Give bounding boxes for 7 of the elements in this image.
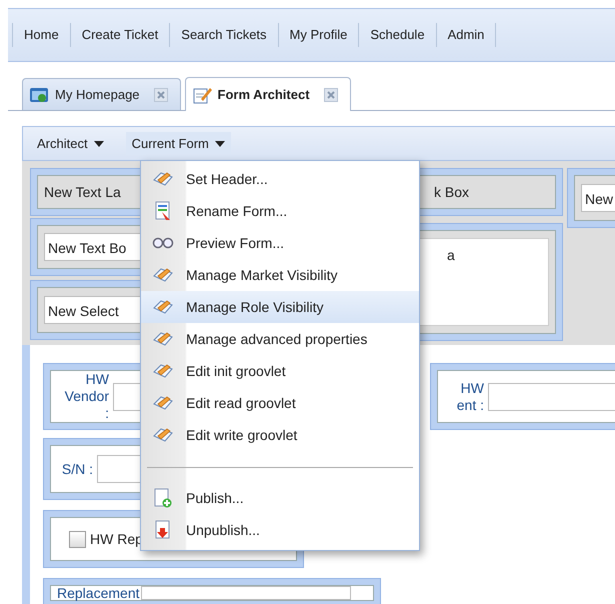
field-label: S/N : [60, 460, 93, 478]
field-label: HW ent : [456, 380, 484, 414]
text-field: New [581, 184, 615, 212]
field-label: HW Vendor : [64, 371, 109, 422]
text-label: New Text La [44, 184, 121, 200]
text-label: k Box [433, 184, 470, 200]
field-label: Replacement [57, 584, 137, 602]
